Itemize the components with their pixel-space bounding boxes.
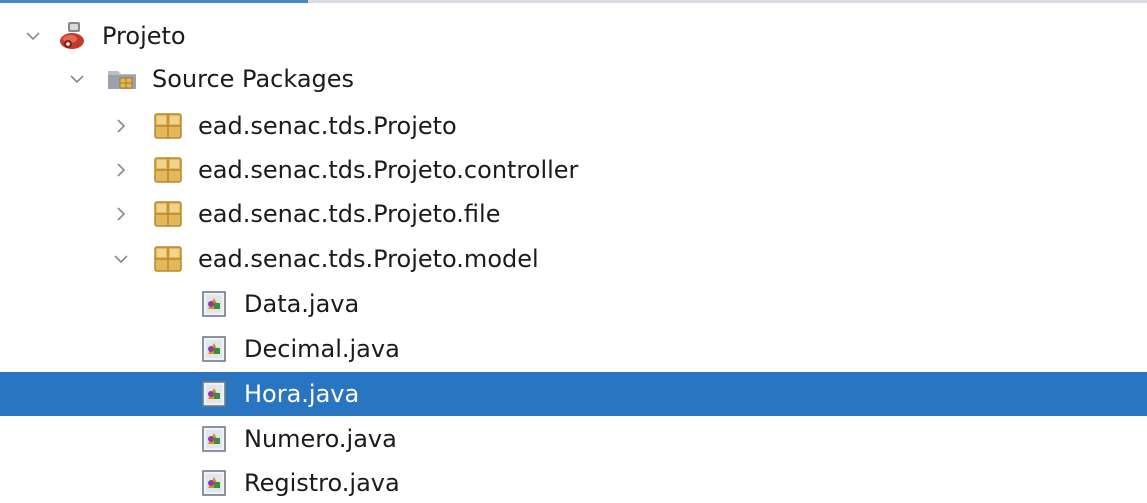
tree-node-label: Decimal.java (244, 335, 400, 363)
chevron-right-icon[interactable] (112, 148, 130, 192)
java-class-icon (198, 378, 230, 410)
tree-node-label: Hora.java (244, 380, 360, 408)
tree-node-project[interactable]: Projeto (0, 14, 1147, 58)
package-icon (152, 198, 184, 230)
source-packages-folder-icon (106, 63, 138, 95)
tree-node-package[interactable]: ead.senac.tds.Projeto.controller (0, 148, 1147, 192)
tree-node-label: ead.senac.tds.Projeto.model (198, 245, 539, 273)
java-class-icon (198, 467, 230, 499)
tree-node-label: Registro.java (244, 469, 400, 497)
tree-node-file[interactable]: Registro.java (0, 461, 1147, 503)
tree-node-file[interactable]: Decimal.java (0, 327, 1147, 371)
chevron-down-icon[interactable] (68, 57, 86, 101)
java-class-icon (198, 423, 230, 455)
tree-node-label: Data.java (244, 290, 360, 318)
chevron-right-icon[interactable] (112, 104, 130, 148)
tree-node-source-packages[interactable]: Source Packages (0, 57, 1147, 101)
package-icon (152, 110, 184, 142)
chevron-down-icon[interactable] (24, 14, 42, 58)
java-class-icon (198, 333, 230, 365)
tree-node-file-selected[interactable]: Hora.java (0, 372, 1147, 416)
tree-node-file[interactable]: Numero.java (0, 417, 1147, 461)
project-icon (56, 20, 88, 52)
tree-node-package[interactable]: ead.senac.tds.Projeto (0, 104, 1147, 148)
tree-node-label: Source Packages (152, 65, 355, 93)
project-tree: Projeto Source Packages ead.senac.tds.Pr… (0, 0, 1147, 503)
tree-node-file[interactable]: Data.java (0, 282, 1147, 326)
tree-node-label: Projeto (102, 22, 186, 50)
tree-top-border (0, 0, 1147, 3)
chevron-right-icon[interactable] (112, 192, 130, 236)
tree-node-package[interactable]: ead.senac.tds.Projeto.model (0, 237, 1147, 281)
java-class-icon (198, 288, 230, 320)
tree-node-label: ead.senac.tds.Projeto.controller (198, 156, 579, 184)
tree-top-accent (0, 0, 308, 3)
tree-node-package[interactable]: ead.senac.tds.Projeto.file (0, 192, 1147, 236)
tree-node-label: Numero.java (244, 425, 397, 453)
package-icon (152, 243, 184, 275)
tree-node-label: ead.senac.tds.Projeto.file (198, 200, 501, 228)
chevron-down-icon[interactable] (112, 237, 130, 281)
tree-node-label: ead.senac.tds.Projeto (198, 112, 457, 140)
package-icon (152, 154, 184, 186)
